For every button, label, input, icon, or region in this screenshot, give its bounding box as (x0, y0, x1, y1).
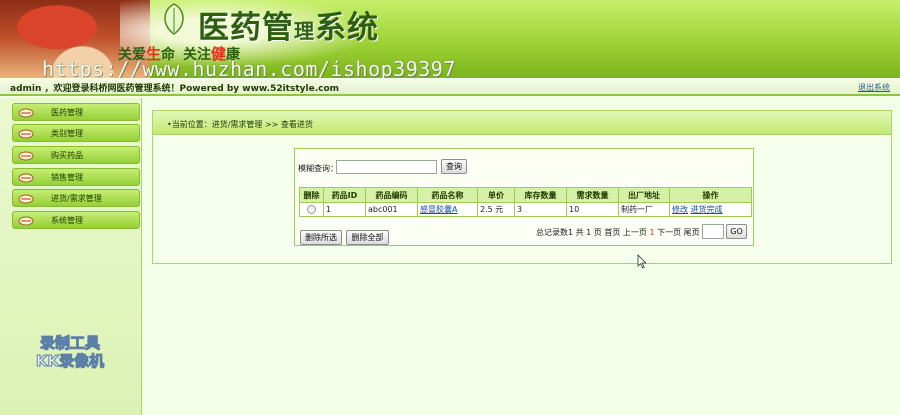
mouse-cursor-icon (637, 254, 647, 269)
medicine-pill-icon (18, 108, 34, 118)
sidebar-item-category[interactable]: 类别管理 (12, 124, 140, 142)
column-header: 出厂地址 (618, 187, 670, 203)
sidebar-item-label: 进货/需求管理 (51, 194, 102, 203)
pager-text: 总记录数1 共 1 页 首页 上一页 (536, 228, 650, 237)
column-header: 药品ID (323, 187, 366, 203)
column-header: 操作 (669, 187, 752, 203)
recorder-watermark: 录制工具 KK录像机 (35, 334, 105, 371)
column-header: 单价 (477, 187, 515, 203)
medicine-pill-icon (18, 173, 34, 183)
delete-selected-button[interactable]: 删除所选 (300, 230, 342, 245)
sidebar: 医药管理 类别管理 购买药品 销售管理 进货/需求管理 系统管理 录制工具 KK… (0, 98, 142, 415)
stock-table: 删除 药品ID 药品编码 药品名称 单价 库存数量 需求数量 出厂地址 操作 1… (299, 187, 752, 217)
panel-header: •当前位置：进货/需求管理 >> 查看进货 (153, 111, 891, 135)
row-select-checkbox[interactable] (307, 205, 316, 214)
medicine-name-link[interactable]: 感冒胶囊A (420, 205, 457, 214)
column-header: 药品名称 (417, 187, 478, 203)
cell-factory: 制药一厂 (618, 202, 670, 217)
header-banner: 医药管理系统 关爱生命 关注健康 https://www.huzhan.com/i… (0, 0, 900, 78)
cell-name: 感冒胶囊A (417, 202, 478, 217)
cell-code: abc001 (365, 202, 418, 217)
page-number-input[interactable] (702, 224, 724, 239)
status-bar: admin ，欢迎登录科桥网医药管理系统！Powered by www.52it… (0, 78, 900, 96)
medicine-pill-icon (18, 216, 34, 226)
logout-link[interactable]: 退出系统 (858, 82, 890, 93)
stock-complete-link[interactable]: 进货完成 (691, 205, 723, 214)
sidebar-item-medicine[interactable]: 医药管理 (12, 103, 140, 121)
cell-id: 1 (323, 202, 366, 217)
search-button[interactable]: 查询 (441, 159, 467, 174)
column-header: 库存数量 (514, 187, 567, 203)
welcome-text: admin ，欢迎登录科桥网医药管理系统！Powered by www.52it… (10, 84, 340, 94)
search-input[interactable] (336, 160, 437, 174)
url-watermark: https://www.huzhan.com/ishop39397 (42, 57, 456, 78)
delete-all-button[interactable]: 删除全部 (346, 230, 389, 245)
sidebar-item-label: 类别管理 (51, 129, 83, 138)
table-header-row: 删除 药品ID 药品编码 药品名称 单价 库存数量 需求数量 出厂地址 操作 (299, 187, 752, 203)
column-header: 需求数量 (566, 187, 619, 203)
sidebar-item-sales[interactable]: 销售管理 (12, 168, 140, 186)
breadcrumb: •当前位置：进货/需求管理 >> 查看进货 (167, 120, 313, 129)
table-row: 1 abc001 感冒胶囊A 2.5 元 3 10 制药一厂 修改 进货完成 (299, 202, 752, 217)
sidebar-item-purchase[interactable]: 购买药品 (12, 146, 140, 164)
medicine-pill-icon (18, 129, 34, 139)
row-select-cell (299, 202, 324, 217)
column-header: 药品编码 (365, 187, 418, 203)
pagination: 总记录数1 共 1 页 首页 上一页 1 下一页 尾页 (536, 227, 700, 238)
go-button[interactable]: GO (726, 224, 747, 239)
pager-text: 下一页 尾页 (654, 228, 700, 237)
sidebar-item-label: 购买药品 (51, 151, 83, 160)
cell-actions: 修改 进货完成 (669, 202, 752, 217)
app-title: 医药管理系统 (198, 10, 379, 46)
leaf-logo-icon (164, 3, 184, 35)
cell-demand: 10 (566, 202, 619, 217)
cell-stock: 3 (514, 202, 567, 217)
stock-list-box: 模糊查询： 查询 删除 药品ID 药品编码 药品名称 单价 库存数量 需求数量 … (294, 148, 754, 246)
search-label: 模糊查询： (298, 164, 338, 173)
medicine-pill-icon (18, 194, 34, 204)
medicine-pill-icon (18, 151, 34, 161)
cell-price: 2.5 元 (477, 202, 515, 217)
edit-link[interactable]: 修改 (672, 205, 688, 214)
sidebar-item-stock-demand[interactable]: 进货/需求管理 (12, 189, 140, 207)
sidebar-item-system[interactable]: 系统管理 (12, 211, 140, 229)
sidebar-item-label: 销售管理 (51, 173, 83, 182)
sidebar-item-label: 医药管理 (51, 108, 83, 117)
main-panel: •当前位置：进货/需求管理 >> 查看进货 模糊查询： 查询 删除 药品ID 药… (152, 110, 892, 264)
column-header: 删除 (299, 187, 324, 203)
sidebar-item-label: 系统管理 (51, 216, 83, 225)
